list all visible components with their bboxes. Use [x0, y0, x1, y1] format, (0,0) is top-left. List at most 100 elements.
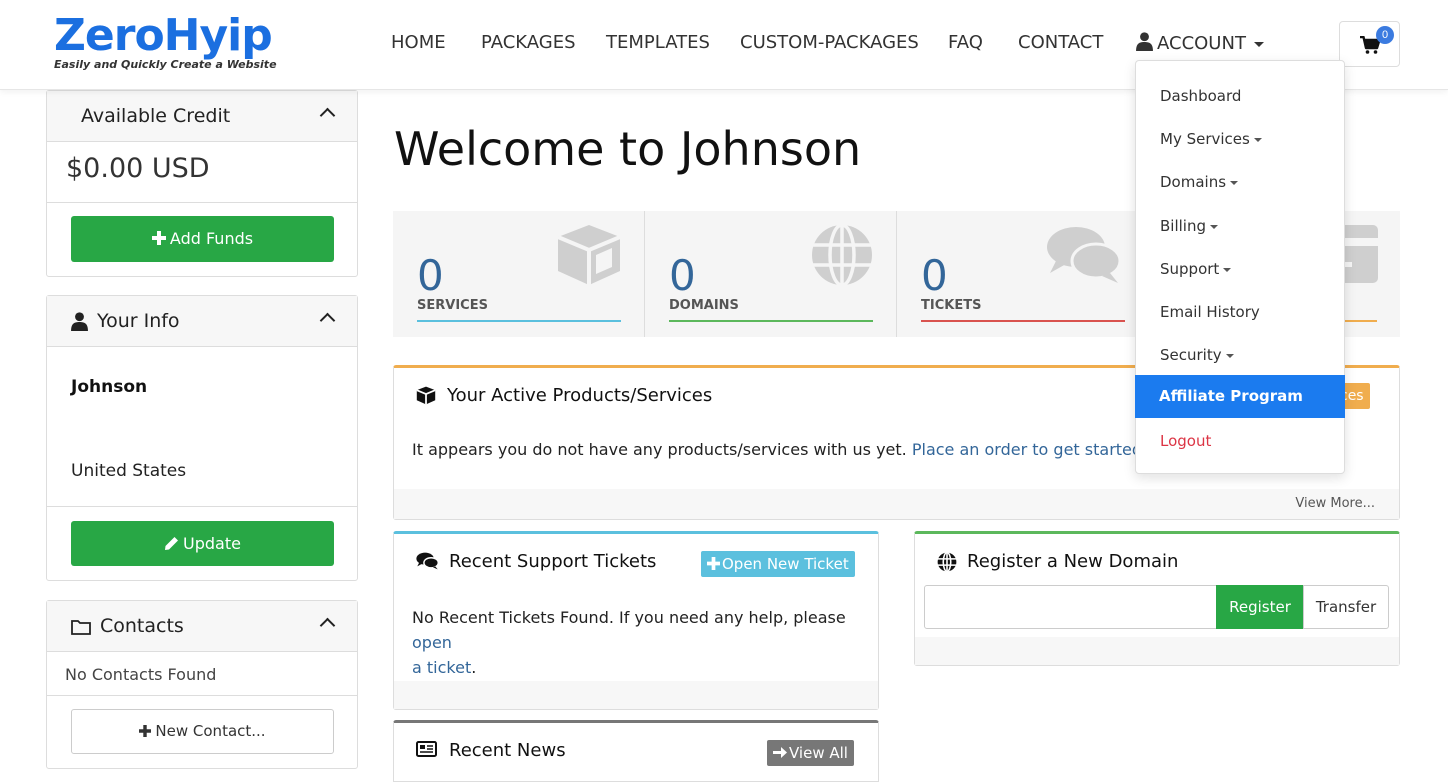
- caret-down-icon: [1210, 224, 1218, 229]
- menu-item-label: Logout: [1160, 432, 1212, 450]
- menu-item-domains[interactable]: Domains: [1136, 161, 1344, 204]
- plus-icon: [139, 725, 152, 737]
- stat-tickets-bar: [921, 320, 1125, 322]
- view-more-link[interactable]: View More...: [1295, 496, 1375, 511]
- menu-item-logout[interactable]: Logout: [1136, 420, 1344, 463]
- menu-item-affiliate-program[interactable]: Affiliate Program: [1135, 375, 1345, 418]
- menu-item-label: My Services: [1160, 130, 1250, 148]
- menu-item-security[interactable]: Security: [1136, 334, 1344, 377]
- nav-home[interactable]: HOME: [391, 32, 446, 53]
- open-new-ticket-label: Open New Ticket: [722, 555, 849, 573]
- newspaper-icon: [416, 741, 437, 757]
- nav-contact[interactable]: CONTACT: [1018, 32, 1103, 53]
- view-all-news-button[interactable]: View All: [767, 740, 854, 766]
- chevron-down-icon: [1253, 41, 1264, 47]
- stat-services[interactable]: 0 SERVICES: [393, 211, 645, 337]
- contacts-panel: Contacts No Contacts Found New Contact..…: [46, 600, 358, 769]
- new-contact-label: New Contact...: [155, 722, 266, 740]
- nav-templates[interactable]: TEMPLATES: [606, 32, 710, 53]
- divider: [47, 506, 357, 507]
- chevron-up-icon[interactable]: [319, 312, 336, 329]
- place-order-link[interactable]: Place an order to get started: [912, 440, 1142, 459]
- stat-services-bar: [417, 320, 621, 322]
- credit-panel-header[interactable]: Available Credit: [47, 91, 357, 142]
- caret-down-icon: [1223, 267, 1232, 272]
- menu-item-label: Security: [1160, 346, 1222, 364]
- domain-card-title: Register a New Domain: [967, 551, 1179, 572]
- plus-icon: [151, 231, 166, 245]
- open-new-ticket-button[interactable]: Open New Ticket: [701, 551, 855, 577]
- stat-domains[interactable]: 0 DOMAINS: [645, 211, 897, 337]
- cart-button[interactable]: 0: [1339, 21, 1400, 67]
- stat-services-value: 0: [417, 251, 444, 300]
- nav-account-label: ACCOUNT: [1157, 33, 1246, 54]
- menu-item-my-services[interactable]: My Services: [1136, 118, 1344, 161]
- nav-packages[interactable]: PACKAGES: [481, 32, 576, 53]
- menu-item-support[interactable]: Support: [1136, 248, 1344, 291]
- cart-count-badge: 0: [1376, 26, 1394, 44]
- news-card-title: Recent News: [449, 740, 566, 761]
- plus-icon: [707, 557, 720, 570]
- news-card-header: Recent News View All: [394, 723, 878, 779]
- products-card-footer: View More...: [394, 489, 1399, 519]
- add-funds-label: Add Funds: [169, 229, 254, 248]
- open-ticket-link[interactable]: open: [412, 633, 452, 652]
- chevron-up-icon[interactable]: [319, 617, 336, 634]
- user-country: United States: [71, 461, 187, 481]
- page-title: Welcome to Johnson: [394, 122, 862, 176]
- tickets-card-footer: [394, 681, 878, 709]
- products-empty-text: It appears you do not have any products/…: [412, 440, 1147, 459]
- menu-item-dashboard[interactable]: Dashboard: [1136, 75, 1344, 118]
- divider: [47, 202, 357, 203]
- tickets-card-header: Recent Support Tickets Open New Ticket: [394, 534, 878, 590]
- contacts-panel-title: Contacts: [100, 615, 184, 637]
- update-button[interactable]: Update: [71, 521, 334, 566]
- stat-tickets[interactable]: 0 TICKETS: [897, 211, 1149, 337]
- site-logo[interactable]: ZeroHyip Easily and Quickly Create a Web…: [54, 12, 277, 72]
- account-dropdown-menu: Dashboard My Services Domains Billing Su…: [1135, 60, 1345, 474]
- tickets-empty-message: No Recent Tickets Found. If you need any…: [412, 608, 846, 627]
- user-icon: [71, 312, 88, 331]
- nav-custom-packages[interactable]: CUSTOM-PACKAGES: [740, 32, 919, 53]
- stat-domains-bar: [669, 320, 873, 322]
- credit-amount: $0.00 USD: [66, 153, 210, 184]
- pencil-icon: [165, 537, 179, 550]
- menu-item-label: Email History: [1160, 303, 1260, 321]
- globe-icon: [937, 552, 957, 572]
- user-icon: [1136, 32, 1153, 51]
- transfer-domain-button[interactable]: Transfer: [1303, 585, 1389, 629]
- nav-faq[interactable]: FAQ: [948, 32, 983, 53]
- stat-tickets-label: TICKETS: [921, 298, 982, 313]
- stat-domains-value: 0: [669, 251, 696, 300]
- chevron-up-icon[interactable]: [319, 107, 336, 124]
- divider: [47, 695, 357, 696]
- menu-item-label: Support: [1160, 260, 1220, 278]
- new-contact-button[interactable]: New Contact...: [71, 709, 334, 754]
- cube-icon: [416, 386, 436, 405]
- tickets-period: .: [471, 658, 477, 677]
- contacts-panel-header[interactable]: Contacts: [47, 601, 357, 652]
- stat-services-label: SERVICES: [417, 298, 488, 313]
- info-panel-header[interactable]: Your Info: [47, 296, 357, 347]
- nav-account[interactable]: ACCOUNT: [1136, 32, 1264, 54]
- comments-icon: [416, 552, 439, 570]
- user-name: Johnson: [71, 377, 148, 397]
- a-ticket-link[interactable]: a ticket: [412, 658, 471, 677]
- products-card-title: Your Active Products/Services: [447, 385, 713, 406]
- info-panel: Your Info Johnson United States Update: [46, 295, 358, 581]
- menu-item-billing[interactable]: Billing: [1136, 205, 1344, 248]
- domain-card: Register a New Domain Register Transfer: [914, 531, 1400, 666]
- tickets-card-title: Recent Support Tickets: [449, 551, 657, 572]
- update-label: Update: [183, 534, 241, 553]
- add-funds-button[interactable]: Add Funds: [71, 216, 334, 262]
- products-empty-message: It appears you do not have any products/…: [412, 440, 907, 459]
- domain-search-input[interactable]: [924, 585, 1217, 629]
- credit-panel-title: Available Credit: [81, 105, 231, 127]
- domain-card-footer: [915, 637, 1399, 665]
- info-panel-title: Your Info: [97, 310, 180, 332]
- menu-item-email-history[interactable]: Email History: [1136, 291, 1344, 334]
- menu-item-label: Domains: [1160, 173, 1227, 191]
- caret-down-icon: [1230, 180, 1239, 185]
- register-domain-button[interactable]: Register: [1216, 585, 1304, 629]
- caret-down-icon: [1225, 353, 1234, 358]
